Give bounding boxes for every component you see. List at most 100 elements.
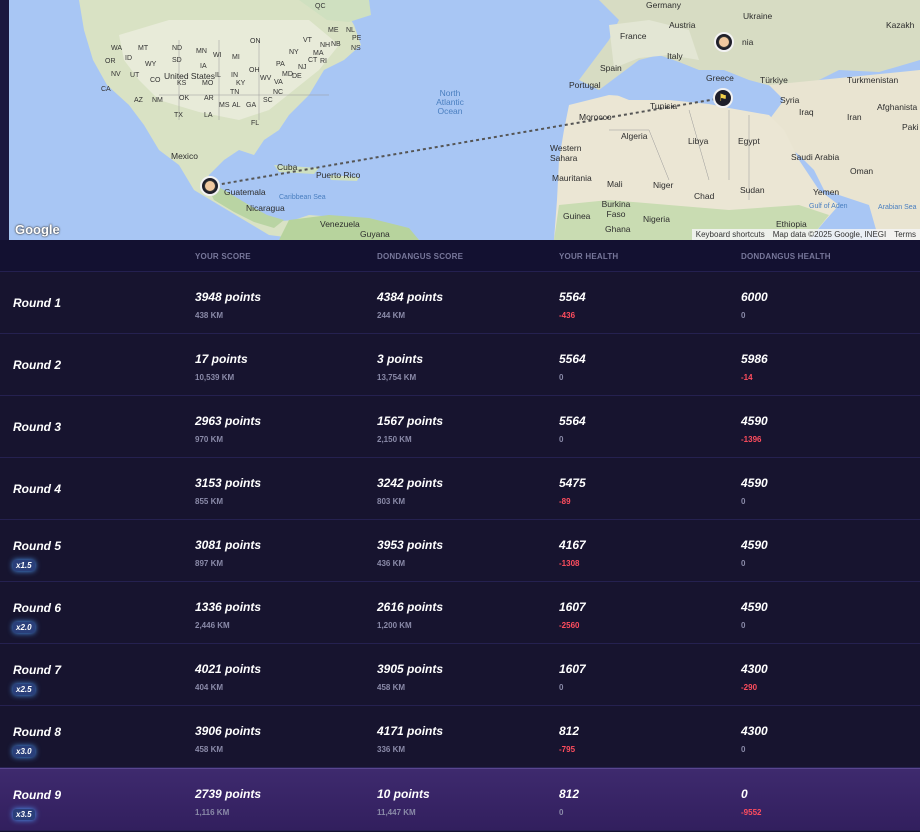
map-label-nigeria: Nigeria (643, 214, 670, 224)
opponent-score: 4384 points (377, 290, 444, 304)
your-health: 5564 (559, 290, 586, 304)
table-row: Round 1 3948 points 438 KM 4384 points 244 K… (0, 272, 920, 334)
map-label-qc: QC (315, 3, 326, 10)
map-label-caribbean-sea: Caribbean Sea (279, 194, 326, 201)
map-label-spain: Spain (600, 63, 622, 73)
map-label-va: VA (274, 79, 283, 86)
map-label-nia: nia (742, 37, 754, 47)
map-label-ns: NS (351, 45, 361, 52)
round-label: Round 4 (13, 482, 61, 496)
your-score: 2963 points (195, 414, 262, 428)
map-label-nm: NM (152, 97, 163, 104)
opponent-health: 6000 (741, 290, 768, 304)
map-label-mo: MO (202, 80, 214, 87)
round-label: Round 2 (13, 358, 61, 372)
player-guess-marker[interactable] (200, 176, 220, 196)
round-label: Round 9 (13, 788, 61, 802)
header-your-health: YOUR HEALTH (559, 252, 619, 261)
your-distance: 897 KM (195, 559, 224, 568)
map-label-sd: SD (172, 57, 182, 64)
map-label-ms: MS (219, 102, 230, 109)
map-label-sc: SC (263, 97, 273, 104)
opponent-distance: 13,754 KM (377, 373, 417, 382)
table-header: YOUR SCORE DONDANGUS SCORE YOUR HEALTH D… (0, 240, 920, 272)
map-label-wi: WI (213, 52, 222, 59)
opponent-distance: 336 KM (377, 745, 406, 754)
opponent-health-delta: -9552 (741, 808, 762, 817)
your-health: 5564 (559, 352, 586, 366)
your-health-delta: -1308 (559, 559, 580, 568)
multiplier-badge: x2.5 (13, 684, 35, 695)
table-row: Round 7 4021 points 404 KM 3905 points 458 K… (0, 644, 920, 706)
map-label-ok: OK (179, 95, 190, 102)
round-results-table: YOUR SCORE DONDANGUS SCORE YOUR HEALTH D… (0, 240, 920, 832)
map-label-turkiye: Türkiye (760, 75, 788, 85)
map-label-mexico: Mexico (171, 151, 198, 161)
map-label-wv: WV (260, 75, 272, 82)
map-label-italy: Italy (667, 51, 683, 61)
your-score: 17 points (195, 352, 248, 366)
map-label-ar: AR (204, 95, 214, 102)
multiplier-badge: x3.5 (13, 809, 35, 820)
your-distance: 404 KM (195, 683, 224, 692)
map-label-la: LA (204, 112, 213, 119)
opponent-guess-marker[interactable] (714, 32, 734, 52)
round-label: Round 8 (13, 725, 61, 739)
map-label-syria: Syria (780, 95, 800, 105)
map-label-austria: Austria (669, 20, 696, 30)
map-label-tx: TX (174, 112, 183, 119)
round-label: Round 7 (13, 663, 61, 677)
your-health-delta: 0 (559, 808, 564, 817)
table-row: Round 5 3081 points 897 KM 3953 points 436 K… (0, 520, 920, 582)
your-health: 1607 (559, 662, 586, 676)
map-label-nc: NC (273, 89, 284, 96)
your-health-delta: 0 (559, 683, 564, 692)
opponent-score: 4171 points (377, 724, 444, 738)
opponent-health: 4590 (741, 476, 768, 490)
opponent-health-delta: 0 (741, 497, 746, 506)
opponent-health-delta: -290 (741, 683, 758, 692)
terms-link[interactable]: Terms (894, 230, 916, 239)
opponent-health-delta: 0 (741, 621, 746, 630)
map-label-al: AL (232, 102, 241, 109)
opponent-health: 4300 (741, 724, 768, 738)
map-label-venezuela: Venezuela (320, 219, 360, 229)
map-label-ks: KS (177, 80, 187, 87)
opponent-health: 0 (741, 787, 748, 801)
opponent-score: 3905 points (377, 662, 444, 676)
map-label-mi: MI (232, 54, 240, 61)
your-health: 812 (559, 787, 580, 801)
map-label-afghanista: Afghanista (877, 102, 918, 112)
opponent-distance: 803 KM (377, 497, 406, 506)
header-dondangus-score: DONDANGUS SCORE (377, 252, 464, 261)
opponent-score: 3953 points (377, 538, 444, 552)
opponent-score: 2616 points (377, 600, 444, 614)
map-data-text: Map data ©2025 Google, INEGI (772, 230, 887, 239)
opponent-health: 4590 (741, 538, 768, 552)
opponent-distance: 1,200 KM (377, 621, 412, 630)
map-label-tn: TN (230, 89, 240, 96)
opponent-distance: 244 KM (377, 311, 406, 320)
your-health: 4167 (559, 538, 586, 552)
your-score: 3153 points (195, 476, 262, 490)
map-label-nb: NB (331, 41, 341, 48)
results-map[interactable]: Germany Ukraine Austria France Italy Spa… (9, 0, 920, 240)
header-your-score: YOUR SCORE (195, 252, 251, 261)
map-label-guyana: Guyana (360, 229, 390, 239)
map-label-nd: ND (172, 45, 183, 52)
map-label-niger: Niger (653, 180, 674, 190)
map-label-puerto-rico: Puerto Rico (316, 170, 361, 180)
map-label-oh: OH (249, 67, 260, 74)
your-distance: 970 KM (195, 435, 224, 444)
map-label-ky: KY (236, 80, 246, 87)
map-label-vt: VT (303, 37, 312, 44)
table-row: Round 8 3906 points 458 KM 4171 points 336 K… (0, 706, 920, 768)
keyboard-shortcuts-link[interactable]: Keyboard shortcuts (696, 230, 765, 239)
opponent-score: 3242 points (377, 476, 444, 490)
location-flag-marker[interactable]: ⚑ (713, 88, 733, 108)
opponent-score: 3 points (377, 352, 424, 366)
opponent-health-delta: 0 (741, 311, 746, 320)
map-label-me: ME (328, 27, 339, 34)
your-distance: 2,446 KM (195, 621, 230, 630)
map-label-yemen: Yemen (813, 187, 840, 197)
